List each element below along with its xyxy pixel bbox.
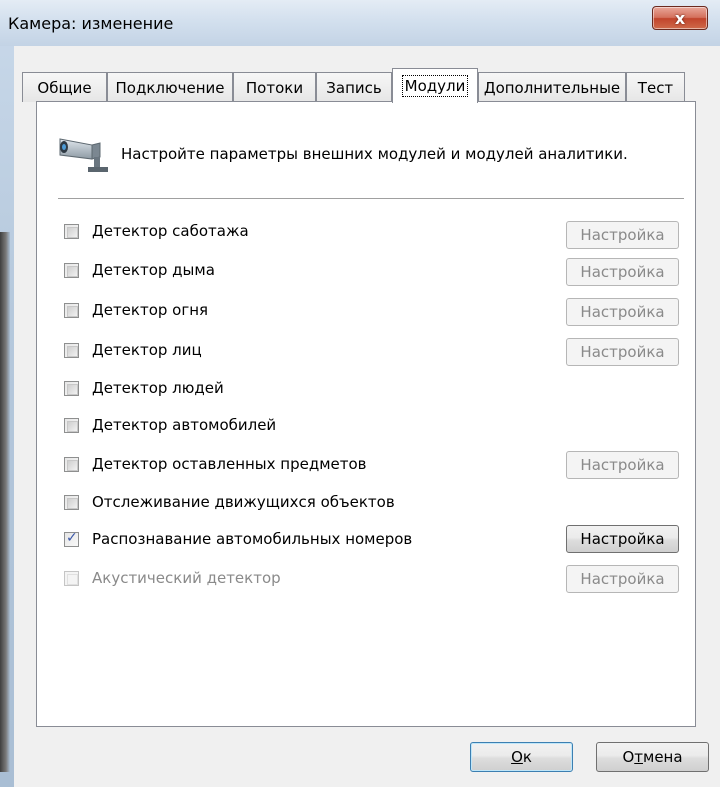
settings-button-faces[interactable]: Настройка [566,338,679,366]
settings-button-smoke[interactable]: Настройка [566,258,679,286]
module-checkbox[interactable] [64,343,79,358]
checkmark-icon: ✓ [66,530,78,546]
module-checkbox[interactable] [64,457,79,472]
ok-label-rest: к [522,748,532,766]
settings-button-abandoned-objects[interactable]: Настройка [566,451,679,479]
settings-button-plate-recognition[interactable]: Настройка [566,525,679,553]
module-label: Детектор огня [92,301,209,319]
tab-test[interactable]: Тест [626,72,685,102]
tab-label: Модули [401,75,469,97]
tab-label: Дополнительные [483,78,621,97]
module-checkbox[interactable] [64,495,79,510]
module-label: Детектор людей [92,379,224,397]
tab-label: Потоки [245,78,304,97]
window-shadow-edge [0,232,10,772]
separator-line [58,198,684,199]
settings-button-sabotage[interactable]: Настройка [566,221,679,249]
module-label: Распознавание автомобильных номеров [92,530,413,548]
tab-modules[interactable]: Модули [392,68,478,103]
window-title: Камера: изменение [8,14,174,33]
cancel-mnemonic: т [634,748,643,766]
module-checkbox-disabled [64,571,79,586]
module-checkbox[interactable] [64,303,79,318]
camera-icon [59,138,108,172]
module-label: Детектор дыма [92,261,215,279]
module-label: Детектор саботажа [92,222,249,240]
module-checkbox[interactable] [64,263,79,278]
module-checkbox-checked[interactable]: ✓ [64,530,79,547]
cancel-label-rest: мена [643,748,683,766]
tab-label: Подключение [115,78,225,97]
tab-streams[interactable]: Потоки [233,72,316,102]
module-label: Детектор автомобилей [92,416,277,434]
close-icon: x [674,8,686,28]
settings-button-acoustic[interactable]: Настройка [566,565,679,593]
cancel-label-start: О [622,748,635,766]
module-checkbox[interactable] [64,381,79,396]
settings-button-fire[interactable]: Настройка [566,298,679,326]
module-checkbox[interactable] [64,418,79,433]
module-label: Детектор лиц [92,341,202,359]
module-checkbox[interactable] [64,224,79,239]
tab-label: Запись [326,78,382,97]
title-bar[interactable]: Камера: изменение x [0,0,720,46]
tab-general[interactable]: Общие [22,72,107,102]
ok-button[interactable]: Ок [470,742,573,772]
tab-recording[interactable]: Запись [316,72,392,102]
cancel-button[interactable]: От мена [596,742,709,772]
panel-description: Настройте параметры внешних модулей и мо… [121,145,628,163]
module-label: Акустический детектор [92,569,281,587]
ok-mnemonic: О [511,748,523,766]
tab-label: Тест [637,78,674,97]
tab-connection[interactable]: Подключение [107,72,233,102]
tab-advanced[interactable]: Дополнительные [478,72,626,102]
tab-label: Общие [37,78,92,97]
close-button[interactable]: x [652,6,708,30]
modules-panel [36,101,696,727]
module-label: Отслеживание движущихся объектов [92,493,395,511]
module-label: Детектор оставленных предметов [92,455,367,473]
